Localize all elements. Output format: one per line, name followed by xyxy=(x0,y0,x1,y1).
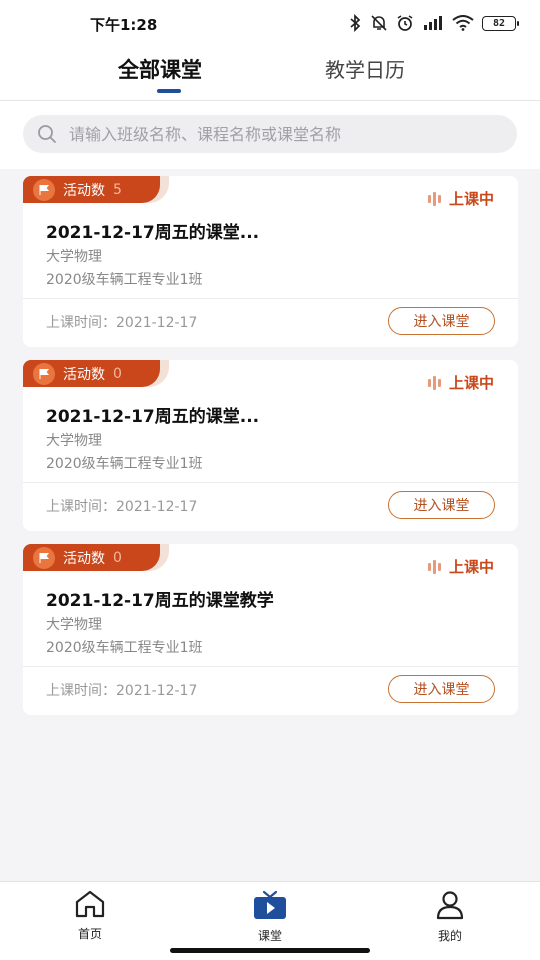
tab-all-classes[interactable]: 全部课堂 xyxy=(118,54,202,84)
status-time: 下午1:28 xyxy=(90,16,158,34)
card-title: 2021-12-17周五的课堂... xyxy=(46,223,260,243)
enter-classroom-button[interactable]: 进入课堂 xyxy=(388,491,495,519)
search-icon xyxy=(38,125,56,143)
live-audio-icon xyxy=(427,559,441,574)
activity-count: 5 xyxy=(113,181,122,198)
card-title: 2021-12-17周五的课堂... xyxy=(46,407,260,427)
card-divider xyxy=(23,482,518,483)
card-class-name: 2020级车辆工程专业1班 xyxy=(46,640,203,656)
alarm-icon xyxy=(397,15,413,31)
home-indicator[interactable] xyxy=(170,948,370,953)
nav-item-classroom[interactable]: 课堂 xyxy=(240,890,300,944)
active-tab-indicator xyxy=(157,89,181,93)
activity-count: 0 xyxy=(113,365,122,382)
flag-icon xyxy=(33,178,55,201)
live-status-label: 上课中 xyxy=(448,190,494,208)
tv-icon xyxy=(254,890,286,919)
card-subject: 大学物理 xyxy=(46,433,102,449)
nav-item-home[interactable]: 首页 xyxy=(60,890,120,942)
card-class-time: 上课时间：2021-12-17 xyxy=(46,683,198,699)
home-icon xyxy=(75,890,105,918)
live-audio-icon xyxy=(427,375,441,390)
live-status-label: 上课中 xyxy=(448,374,494,392)
card-class-time: 上课时间：2021-12-17 xyxy=(46,315,198,331)
classroom-card[interactable]: 活动数 0 上课中 2021-12-17周五的课堂教学 大学物理 2020级车辆… xyxy=(23,544,518,715)
activity-badge: 活动数 0 xyxy=(23,360,160,387)
card-subject: 大学物理 xyxy=(46,249,102,265)
enter-classroom-button[interactable]: 进入课堂 xyxy=(388,307,495,335)
wifi-icon xyxy=(452,15,474,31)
live-status: 上课中 xyxy=(427,372,494,393)
bluetooth-icon xyxy=(350,14,361,32)
card-title: 2021-12-17周五的课堂教学 xyxy=(46,591,274,611)
tab-teaching-calendar[interactable]: 教学日历 xyxy=(325,54,405,83)
bell-muted-icon xyxy=(371,15,387,31)
activity-badge: 活动数 0 xyxy=(23,544,160,571)
live-status-label: 上课中 xyxy=(448,558,494,576)
search-bar[interactable] xyxy=(23,115,517,153)
activity-badge-label: 活动数 xyxy=(63,550,105,567)
search-input[interactable] xyxy=(69,124,489,144)
status-icons: 82 xyxy=(348,14,519,32)
card-class-name: 2020级车辆工程专业1班 xyxy=(46,456,203,472)
activity-badge: 活动数 5 xyxy=(23,176,160,203)
nav-label-home: 首页 xyxy=(77,927,102,941)
card-divider xyxy=(23,666,518,667)
classroom-card[interactable]: 活动数 5 上课中 2021-12-17周五的课堂... 大学物理 2020级车… xyxy=(23,176,518,347)
flag-icon xyxy=(33,546,55,569)
live-audio-icon xyxy=(427,191,441,206)
activity-count: 0 xyxy=(113,549,122,566)
card-class-name: 2020级车辆工程专业1班 xyxy=(46,272,203,288)
nav-label-classroom: 课堂 xyxy=(257,929,282,943)
activity-badge-label: 活动数 xyxy=(63,182,105,199)
card-subject: 大学物理 xyxy=(46,617,102,633)
top-tabs: 全部课堂 教学日历 xyxy=(0,48,540,101)
enter-classroom-button[interactable]: 进入课堂 xyxy=(388,675,495,703)
flag-icon xyxy=(33,362,55,385)
battery-icon: 82 xyxy=(482,15,519,31)
card-divider xyxy=(23,298,518,299)
search-section xyxy=(0,101,540,169)
user-icon xyxy=(436,891,464,920)
live-status: 上课中 xyxy=(427,188,494,209)
classroom-card[interactable]: 活动数 0 上课中 2021-12-17周五的课堂... 大学物理 2020级车… xyxy=(23,360,518,531)
status-bar: 下午1:28 82 xyxy=(0,0,540,48)
card-class-time: 上课时间：2021-12-17 xyxy=(46,499,198,515)
cellular-signal-icon xyxy=(424,16,442,30)
nav-label-mine: 我的 xyxy=(437,929,462,943)
live-status: 上课中 xyxy=(427,556,494,577)
activity-badge-label: 活动数 xyxy=(63,366,105,383)
nav-item-mine[interactable]: 我的 xyxy=(420,890,480,944)
